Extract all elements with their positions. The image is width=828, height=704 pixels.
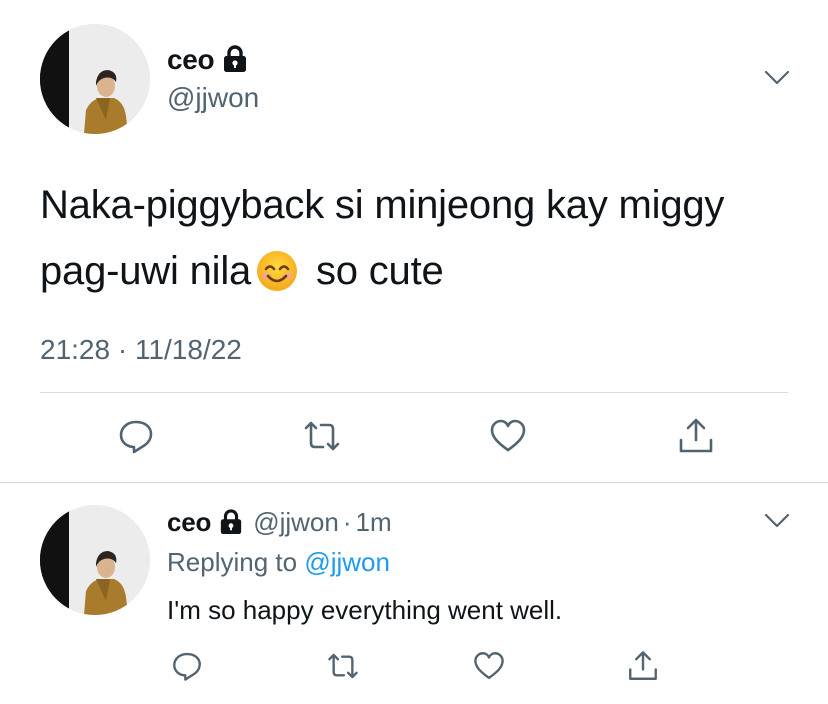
author-name-row: ceo: [167, 44, 248, 76]
like-button[interactable]: [472, 649, 506, 683]
tweet-text-tail: so cute: [305, 249, 444, 293]
smiling-face-emoji: [255, 247, 299, 292]
tweet-text: Naka-piggyback si minjeong kay miggy pag…: [40, 172, 780, 304]
reply-tweet: ceo @jjwon · 1m Replying to @jjwon I'm s: [0, 483, 828, 704]
separator-dot: ·: [342, 507, 352, 537]
avatar[interactable]: [40, 24, 150, 134]
chevron-down-icon[interactable]: [764, 513, 790, 529]
reply-timestamp[interactable]: 1m: [356, 507, 392, 538]
share-button[interactable]: [626, 649, 660, 683]
retweet-button[interactable]: [326, 649, 360, 683]
avatar[interactable]: [40, 505, 150, 615]
reply-header: ceo @jjwon · 1m: [167, 507, 392, 538]
share-icon: [629, 651, 657, 680]
retweet-icon: [328, 653, 358, 679]
heart-icon: [474, 652, 504, 680]
chevron-down-icon[interactable]: [764, 70, 790, 86]
lock-icon: [222, 45, 248, 73]
reply-icon: [173, 652, 201, 681]
author-handle[interactable]: @jjwon: [167, 82, 259, 114]
author-handle[interactable]: @jjwon: [253, 507, 339, 538]
like-button[interactable]: [488, 416, 528, 456]
reply-text: I'm so happy everything went well.: [167, 595, 563, 625]
main-tweet: ceo @jjwon Naka-piggyback si minjeong ka…: [0, 0, 828, 482]
tweet-detail-screen: ceo @jjwon Naka-piggyback si minjeong ka…: [0, 0, 828, 704]
avatar-photo: [40, 505, 150, 615]
heart-icon: [490, 419, 526, 452]
reply-button[interactable]: [170, 649, 204, 683]
replying-to-link[interactable]: @jjwon: [304, 547, 390, 577]
author-name[interactable]: ceo: [167, 44, 215, 76]
reply-button[interactable]: [116, 416, 156, 456]
replying-to-label: Replying to: [167, 547, 298, 577]
share-button[interactable]: [676, 416, 716, 456]
retweet-button[interactable]: [302, 416, 342, 456]
share-icon: [679, 418, 713, 453]
lock-icon: [219, 508, 243, 535]
replying-to: Replying to @jjwon: [167, 547, 390, 578]
tweet-timestamp[interactable]: 21:28 · 11/18/22: [40, 334, 242, 366]
retweet-icon: [304, 421, 340, 451]
divider: [40, 392, 788, 393]
avatar-photo: [40, 24, 150, 134]
reply-icon: [119, 420, 153, 454]
author-name[interactable]: ceo: [167, 507, 211, 538]
